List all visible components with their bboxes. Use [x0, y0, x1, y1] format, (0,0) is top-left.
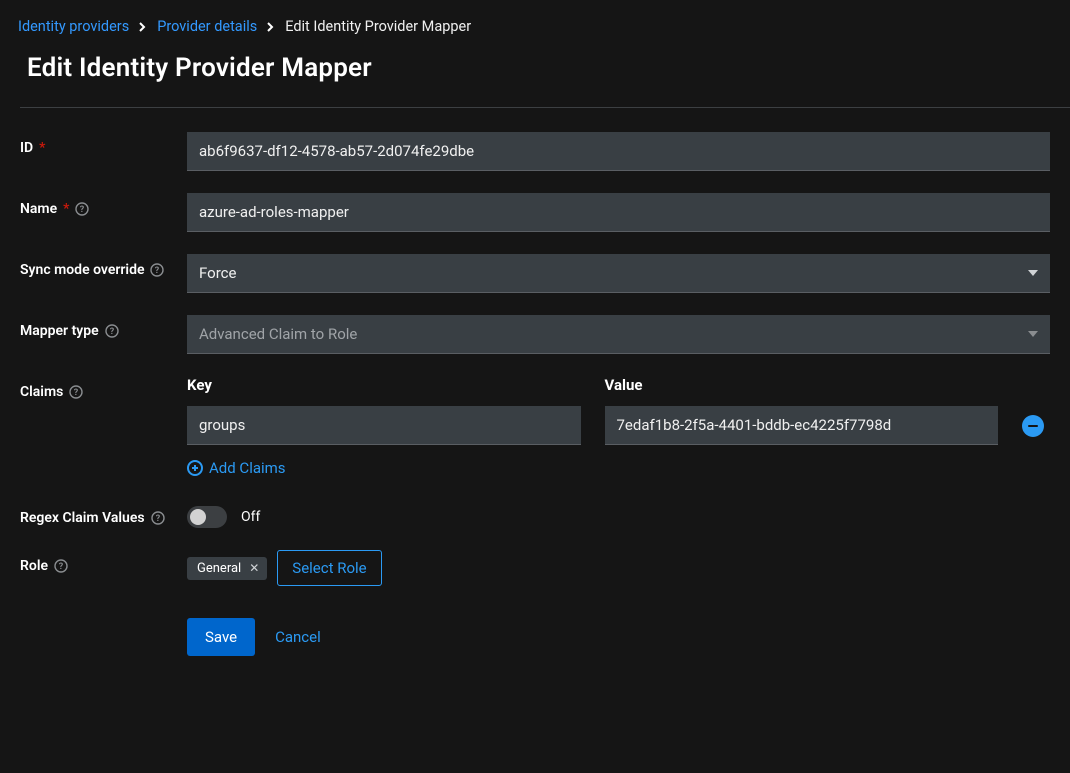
sync-mode-select[interactable]: Force	[187, 254, 1050, 293]
help-icon[interactable]: ?	[105, 324, 119, 338]
mapper-type-label: Mapper type	[20, 323, 99, 339]
chevron-right-icon	[139, 22, 147, 32]
claim-value-input[interactable]	[605, 406, 999, 445]
svg-text:?: ?	[74, 388, 79, 398]
chevron-right-icon	[267, 22, 275, 32]
plus-circle-icon	[187, 460, 203, 476]
breadcrumb: Identity providers Provider details Edit…	[0, 0, 1070, 49]
help-icon[interactable]: ?	[150, 263, 164, 277]
field-role: Role ? General ✕ Select Role	[20, 550, 1050, 586]
field-claims: Claims ? Key Value Add Claims	[20, 376, 1050, 480]
regex-label: Regex Claim Values	[20, 510, 145, 526]
minus-icon	[1028, 425, 1038, 427]
add-claims-button[interactable]: Add Claims	[187, 459, 286, 477]
caret-down-icon	[1028, 331, 1038, 337]
save-button[interactable]: Save	[187, 618, 255, 656]
regex-state-label: Off	[241, 509, 260, 525]
cancel-button[interactable]: Cancel	[275, 628, 321, 646]
field-id: ID *	[20, 132, 1050, 171]
help-icon[interactable]: ?	[151, 511, 165, 525]
name-input[interactable]	[187, 193, 1050, 232]
required-mark: *	[39, 140, 45, 156]
field-name: Name * ?	[20, 193, 1050, 232]
remove-role-icon[interactable]: ✕	[249, 561, 259, 575]
field-regex-claim-values: Regex Claim Values ? Off	[20, 502, 1050, 528]
field-mapper-type: Mapper type ? Advanced Claim to Role	[20, 315, 1050, 354]
required-mark: *	[63, 201, 69, 217]
add-claims-label: Add Claims	[209, 459, 286, 477]
role-chip-label: General	[197, 561, 241, 576]
sync-mode-label: Sync mode override	[20, 262, 144, 278]
help-icon[interactable]: ?	[54, 559, 68, 573]
claims-label: Claims	[20, 384, 63, 400]
help-icon[interactable]: ?	[69, 385, 83, 399]
svg-text:?: ?	[59, 562, 64, 572]
role-label: Role	[20, 558, 48, 574]
breadcrumb-current: Edit Identity Provider Mapper	[285, 18, 471, 35]
claim-key-input[interactable]	[187, 406, 581, 445]
form: ID * Name * ? Sync mode override ?	[0, 108, 1070, 656]
page-title: Edit Identity Provider Mapper	[0, 49, 1070, 107]
breadcrumb-link-provider-details[interactable]: Provider details	[157, 18, 257, 35]
svg-text:?: ?	[155, 266, 160, 276]
caret-down-icon	[1028, 270, 1038, 276]
field-sync-mode: Sync mode override ? Force	[20, 254, 1050, 293]
svg-text:?: ?	[155, 514, 160, 524]
form-actions: Save Cancel	[20, 608, 1050, 656]
sync-mode-value: Force	[199, 264, 236, 282]
role-chip: General ✕	[187, 557, 267, 580]
id-input[interactable]	[187, 132, 1050, 171]
name-label: Name	[20, 201, 57, 217]
regex-toggle[interactable]	[187, 506, 227, 528]
help-icon[interactable]: ?	[75, 202, 89, 216]
remove-claim-button[interactable]	[1022, 415, 1044, 437]
breadcrumb-link-identity-providers[interactable]: Identity providers	[18, 18, 129, 35]
mapper-type-select[interactable]: Advanced Claim to Role	[187, 315, 1050, 354]
mapper-type-value: Advanced Claim to Role	[199, 325, 357, 343]
svg-text:?: ?	[80, 205, 85, 215]
select-role-button[interactable]: Select Role	[277, 550, 381, 586]
claims-value-header: Value	[605, 376, 999, 396]
svg-text:?: ?	[109, 327, 114, 337]
claims-key-header: Key	[187, 376, 581, 396]
toggle-knob	[190, 509, 206, 525]
id-label: ID	[20, 140, 33, 156]
